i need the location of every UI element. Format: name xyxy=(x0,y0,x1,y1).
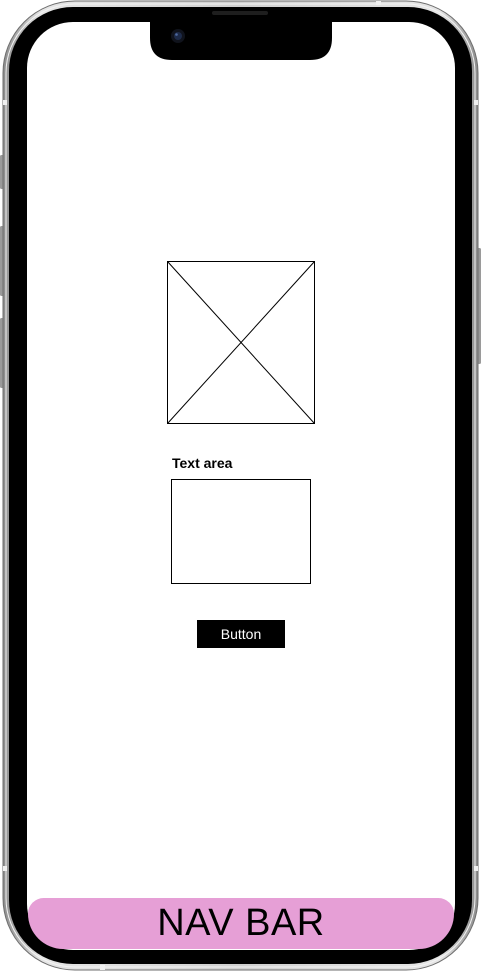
text-area-input[interactable] xyxy=(171,479,311,584)
primary-button[interactable]: Button xyxy=(197,620,285,648)
image-placeholder xyxy=(167,261,315,424)
nav-bar[interactable]: NAV BAR xyxy=(28,898,454,949)
text-area-label: Text area xyxy=(172,455,233,471)
image-placeholder-icon xyxy=(167,261,315,424)
screen-content: Text area Button NAV BAR xyxy=(0,0,481,972)
phone-mockup: Text area Button NAV BAR xyxy=(0,0,481,972)
